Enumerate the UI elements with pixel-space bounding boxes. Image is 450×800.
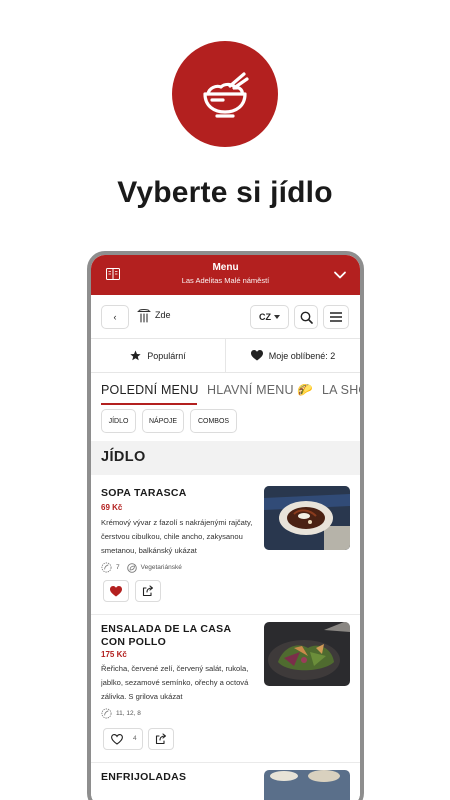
headline: Vyberte si jídlo	[117, 176, 333, 209]
like-count: 4	[133, 735, 137, 742]
category-tabs: POLEDNÍ MENU HLAVNÍ MENU 🌮 LA SHO	[91, 373, 360, 407]
chip-combos[interactable]: COMBOS	[190, 409, 237, 433]
my-favorites-button[interactable]: Moje oblíbené: 2	[225, 339, 360, 372]
menu-item[interactable]: ENSALADA DE LA CASA CON POLLO 175 Kč Řeř…	[91, 615, 360, 763]
popular-button[interactable]: Populární	[91, 339, 225, 372]
allergen-icon	[101, 708, 112, 719]
diet-tag: Vegetariánské	[140, 564, 182, 571]
section-header: JÍDLO	[91, 441, 360, 475]
tab-la-sho[interactable]: LA SHO	[322, 383, 360, 397]
location-label: Zde	[155, 310, 171, 320]
subcategory-chips: JÍDLO NÁPOJE COMBOS	[91, 409, 360, 439]
menu-title: Menu	[212, 262, 239, 273]
section-title: JÍDLO	[101, 449, 146, 465]
chip-food[interactable]: JÍDLO	[101, 409, 136, 433]
my-favorites-label: Moje oblíbené: 2	[268, 350, 336, 361]
chevron-down-icon[interactable]	[333, 268, 347, 282]
heart-outline-icon	[111, 733, 123, 745]
share-icon	[155, 733, 167, 745]
phone-frame: Menu Las Adelitas Malé náměstí ‹ Zde CZ …	[87, 251, 364, 800]
item-price: 69 Kč	[101, 503, 123, 512]
toolbar: ‹ Zde CZ	[91, 295, 360, 339]
favorite-button[interactable]: 4	[103, 728, 143, 750]
menu-header: Menu Las Adelitas Malé náměstí	[91, 255, 360, 295]
item-name: ENFRIJOLADAS	[101, 771, 187, 783]
heart-filled-icon	[110, 585, 122, 596]
restaurant-name: Las Adelitas Malé náměstí	[181, 276, 270, 285]
hero-circle	[172, 41, 278, 147]
menu-item[interactable]: SOPA TARASCA 69 Kč Krémový vývar z fazol…	[91, 475, 360, 615]
salad-photo	[264, 622, 350, 686]
popular-label: Populární	[147, 350, 186, 361]
language-value: CZ	[259, 312, 271, 322]
menu-item[interactable]: ENFRIJOLADAS	[91, 763, 360, 800]
allergen-icon	[101, 562, 112, 573]
tab-main-menu[interactable]: HLAVNÍ MENU 🌮	[207, 383, 313, 398]
star-icon	[130, 350, 141, 361]
waiter-icon	[137, 308, 151, 323]
rice-bowl-icon	[203, 72, 249, 118]
share-button[interactable]	[148, 728, 174, 750]
share-button[interactable]	[135, 580, 161, 602]
hamburger-button[interactable]	[323, 305, 349, 329]
leaf-icon	[126, 562, 137, 573]
favorite-button[interactable]	[103, 580, 129, 602]
item-name: SOPA TARASCA	[101, 487, 187, 499]
active-tab-indicator	[101, 403, 197, 405]
item-meta: 11, 12, 8	[101, 708, 141, 719]
location-here[interactable]: Zde	[137, 307, 171, 323]
hamburger-icon	[330, 312, 342, 322]
share-icon	[142, 585, 154, 597]
search-icon	[300, 311, 313, 324]
back-button[interactable]: ‹	[101, 305, 129, 329]
soup-photo	[264, 486, 350, 550]
item-name: ENSALADA DE LA CASA CON POLLO	[101, 623, 231, 648]
phone-screen: Menu Las Adelitas Malé náměstí ‹ Zde CZ …	[91, 255, 360, 800]
item-price: 175 Kč	[101, 650, 127, 659]
enfrijoladas-photo	[264, 770, 350, 800]
language-select[interactable]: CZ	[250, 305, 289, 329]
favorites-row: Populární Moje oblíbené: 2	[91, 339, 360, 373]
chip-drinks[interactable]: NÁPOJE	[142, 409, 184, 433]
caret-down-icon	[274, 315, 280, 319]
tab-lunch-menu[interactable]: POLEDNÍ MENU	[101, 383, 199, 397]
allergen-list: 11, 12, 8	[116, 710, 141, 717]
item-meta: 7 Vegetariánské	[101, 562, 182, 573]
heart-icon	[250, 350, 263, 361]
allergen-list: 7	[116, 564, 120, 571]
search-button[interactable]	[294, 305, 318, 329]
